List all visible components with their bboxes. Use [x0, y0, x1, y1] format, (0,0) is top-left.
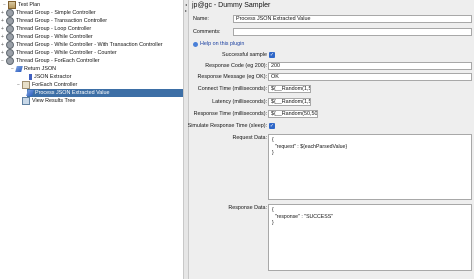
- tree-node-thread-group-loop[interactable]: + Thread Group - Loop Controller: [0, 25, 91, 33]
- response-data-textarea[interactable]: { "response" : "SUCCESS" }: [268, 204, 472, 271]
- connect-time-label: Connect Time (milliseconds):: [197, 86, 267, 92]
- thread-group-icon: [6, 25, 14, 33]
- panel-title: jp@gc - Dummy Sampler: [192, 2, 271, 9]
- tree-node-thread-group-while-counter[interactable]: + Thread Group - While Controller - Coun…: [0, 49, 117, 57]
- tree-node-return-json[interactable]: − Return JSON: [10, 65, 56, 73]
- comments-label: Comments:: [193, 29, 221, 35]
- tree-node-label: JSON Extractor: [34, 74, 72, 80]
- collapse-icon[interactable]: −: [0, 57, 5, 65]
- expand-icon[interactable]: +: [0, 49, 5, 57]
- request-data-label: Request Data:: [232, 135, 267, 141]
- help-link[interactable]: Help on this plugin: [193, 41, 244, 47]
- name-field[interactable]: Process JSON Extracted Value: [233, 15, 472, 23]
- tree-node-label: Thread Group - Simple Controller: [16, 10, 96, 16]
- latency-label: Latency (milliseconds):: [212, 99, 267, 105]
- listener-icon: [22, 97, 30, 105]
- tree-node-label: Thread Group - ForEach Controller: [16, 58, 100, 64]
- thread-group-icon: [6, 49, 14, 57]
- thread-group-icon: [6, 57, 14, 65]
- simulate-response-time-checkbox[interactable]: ✓: [269, 123, 275, 129]
- tree-node-label: Thread Group - While Controller - With T…: [16, 42, 163, 48]
- expand-icon[interactable]: +: [0, 41, 5, 49]
- help-icon: [193, 41, 198, 47]
- tree-node-thread-group-while[interactable]: + Thread Group - While Controller: [0, 33, 93, 41]
- response-message-field[interactable]: OK: [268, 73, 472, 81]
- connect-time-field[interactable]: ${__Random(1,5)}: [268, 85, 311, 93]
- sampler-icon: [26, 90, 34, 96]
- collapse-icon[interactable]: −: [2, 1, 7, 9]
- extractor-icon: [29, 74, 32, 80]
- response-time-label: Response Time (milliseconds):: [193, 111, 267, 117]
- name-label: Name:: [193, 16, 209, 22]
- tree-node-thread-group-foreach[interactable]: − Thread Group - ForEach Controller: [0, 57, 100, 65]
- response-time-field[interactable]: ${__Random(50,500)}: [268, 110, 318, 118]
- tree-node-json-extractor[interactable]: JSON Extractor: [29, 73, 71, 81]
- successful-sample-checkbox[interactable]: ✓: [269, 52, 275, 58]
- simulate-response-time-label: Simulate Response Time (sleep):: [187, 123, 267, 129]
- collapse-icon[interactable]: −: [16, 81, 21, 89]
- test-plan-tree[interactable]: − Test Plan + Thread Group - Simple Cont…: [0, 0, 183, 279]
- tree-node-foreach-controller[interactable]: − ForEach Controller: [16, 81, 77, 89]
- tree-node-thread-group-transaction[interactable]: + Thread Group - Transaction Controller: [0, 17, 107, 25]
- latency-field[interactable]: ${__Random(1,50)}: [268, 98, 311, 106]
- expand-icon[interactable]: +: [0, 33, 5, 41]
- tree-node-label: View Results Tree: [32, 98, 76, 104]
- collapse-left-arrow-icon[interactable]: ◂: [185, 3, 188, 7]
- tree-node-label: Return JSON: [24, 66, 57, 72]
- thread-group-icon: [6, 33, 14, 41]
- response-code-label: Response Code (eg 200):: [205, 63, 267, 69]
- expand-icon[interactable]: +: [0, 9, 5, 17]
- tree-node-label: Thread Group - While Controller: [16, 34, 93, 40]
- tree-node-view-results-tree[interactable]: View Results Tree: [22, 97, 75, 105]
- tree-node-label: Test Plan: [18, 2, 41, 8]
- tree-node-process-json-selected[interactable]: Process JSON Extracted Value: [26, 89, 183, 97]
- tree-node-test-plan[interactable]: − Test Plan: [2, 1, 40, 9]
- response-code-field[interactable]: 200: [268, 62, 472, 70]
- request-data-textarea[interactable]: { "request" : ${eachParsedValue} }: [268, 134, 472, 200]
- tree-node-label: Thread Group - While Controller - Counte…: [16, 50, 117, 56]
- tree-node-label: Thread Group - Transaction Controller: [16, 18, 108, 24]
- tree-node-thread-group-simple[interactable]: + Thread Group - Simple Controller: [0, 9, 96, 17]
- tree-node-thread-group-while-transaction[interactable]: + Thread Group - While Controller - With…: [0, 41, 163, 49]
- sampler-config-panel: jp@gc - Dummy Sampler Name: Process JSON…: [187, 0, 474, 279]
- tree-node-label: Thread Group - Loop Controller: [16, 26, 92, 32]
- tree-node-label: Process JSON Extracted Value: [35, 90, 110, 96]
- expand-icon[interactable]: +: [0, 17, 5, 25]
- thread-group-icon: [6, 9, 14, 17]
- expand-icon[interactable]: +: [0, 25, 5, 33]
- thread-group-icon: [6, 41, 14, 49]
- help-link-label: Help on this plugin: [200, 41, 245, 47]
- collapse-right-arrow-icon[interactable]: ▸: [185, 9, 188, 13]
- comments-field[interactable]: [233, 28, 472, 36]
- sampler-icon: [15, 66, 23, 72]
- response-data-label: Response Data:: [228, 205, 267, 211]
- tree-node-label: ForEach Controller: [32, 82, 78, 88]
- controller-icon: [22, 81, 30, 89]
- thread-group-icon: [6, 17, 14, 25]
- response-message-label: Response Message (eg OK):: [197, 74, 267, 80]
- successful-sample-label: Successful sample: [222, 52, 267, 58]
- test-plan-icon: [8, 1, 16, 9]
